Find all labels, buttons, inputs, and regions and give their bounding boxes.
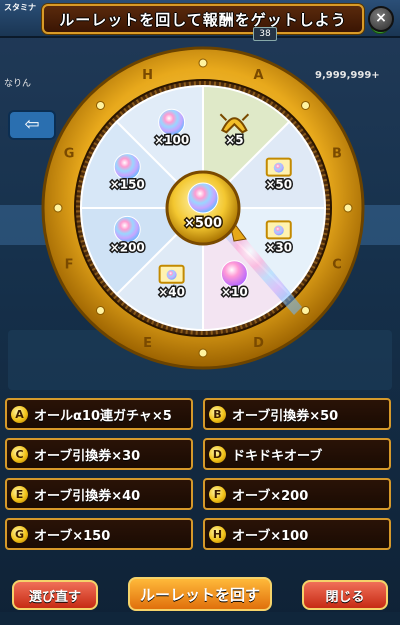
center-orb-icon (187, 182, 219, 214)
wheel-item-b: ×50 (264, 157, 294, 193)
wheel-item-count: ×30 (265, 240, 292, 254)
reward-item-f: F オーブ×200 (203, 478, 391, 510)
reward-label: オーブ引換券×40 (34, 488, 141, 504)
rim-letter-g: G (64, 147, 75, 162)
reselect-button[interactable]: 選び直す (12, 580, 98, 610)
rainbow-orb-icon (113, 153, 141, 181)
top-bar: スタミナ 3877387 ルーレットを回して報酬をゲットしよう + × (0, 0, 400, 38)
reward-label: オーブ×100 (232, 528, 309, 544)
rim-letter-d: D (253, 336, 264, 351)
reward-label: ドキドキオーブ (232, 448, 323, 464)
wheel-item-count: ×40 (158, 285, 185, 299)
stamina-label: スタミナ (4, 3, 36, 12)
reward-item-e: E オーブ引換券×40 (5, 478, 193, 510)
rim-letter-c: C (332, 257, 342, 272)
rim-letter-b: B (332, 147, 342, 162)
rim-stud (95, 306, 105, 316)
reward-letter-badge: D (209, 445, 226, 463)
wheel-item-count: ×150 (110, 178, 145, 192)
reward-item-d: D ドキドキオーブ (203, 438, 391, 470)
roulette-wheel[interactable]: A B C D E F G H ×5 ×50 ×30 ×10 ×40 ×200 ×150 ×100 ×500 (40, 45, 366, 371)
reward-letter-badge: A (11, 405, 28, 423)
reward-letter-badge: B (209, 405, 226, 423)
wheel-item-e: ×40 (157, 264, 187, 300)
reward-letter-badge: E (11, 485, 28, 503)
rim-stud (198, 348, 208, 358)
center-count: ×500 (184, 216, 222, 231)
wheel-item-count: ×10 (221, 285, 248, 299)
rim-letter-f: F (65, 257, 74, 272)
reward-item-g: G オーブ×150 (5, 518, 193, 550)
wheel-item-count: ×5 (225, 133, 243, 147)
rim-stud (95, 100, 105, 110)
rim-letter-h: H (142, 68, 153, 83)
wheel-item-count: ×50 (265, 178, 292, 192)
reward-label: オーブ引換券×50 (232, 408, 339, 424)
spin-button[interactable]: ルーレットを回す (128, 577, 272, 611)
wheel-item-d: ×10 (219, 260, 249, 300)
reward-letter-badge: G (11, 525, 28, 543)
wheel-item-c: ×30 (264, 220, 294, 256)
rainbow-orb-icon (113, 215, 141, 243)
reward-item-h: H オーブ×100 (203, 518, 391, 550)
close-icon[interactable]: × (368, 6, 394, 32)
close-button[interactable]: 閉じる (302, 580, 388, 610)
reward-label: オーブ×200 (232, 488, 309, 504)
wheel-item-count: ×100 (154, 133, 189, 147)
reward-item-a: A オールα10連ガチャ×5 (5, 398, 193, 430)
rim-stud (343, 203, 353, 213)
rim-stud (301, 100, 311, 110)
rim-stud (301, 306, 311, 316)
ticket-orb-icon (166, 269, 177, 280)
reward-letter-badge: H (209, 525, 226, 543)
reward-label: オーブ引換券×30 (34, 448, 141, 464)
rim-letter-e: E (143, 336, 152, 351)
reward-label: オールα10連ガチャ×5 (34, 408, 172, 424)
rim-stud (198, 58, 208, 68)
rim-letter-a: A (253, 68, 263, 83)
wheel-item-count: ×200 (110, 240, 145, 254)
reward-letter-badge: F (209, 485, 226, 503)
reward-item-c: C オーブ引換券×30 (5, 438, 193, 470)
reward-label: オーブ×150 (34, 528, 111, 544)
footer-bar (0, 612, 400, 625)
rim-stud (53, 203, 63, 213)
reward-item-b: B オーブ引換券×50 (203, 398, 391, 430)
ticket-orb-icon (273, 162, 284, 173)
player-name: なりん (4, 79, 32, 89)
rainbow-orb-icon (158, 108, 186, 136)
level-badge: 38 (253, 27, 277, 41)
ticket-orb-icon (273, 225, 284, 236)
page-title: ルーレットを回して報酬をゲットしよう (42, 4, 364, 34)
reward-letter-badge: C (11, 445, 28, 463)
pink-orb-icon (220, 260, 248, 288)
